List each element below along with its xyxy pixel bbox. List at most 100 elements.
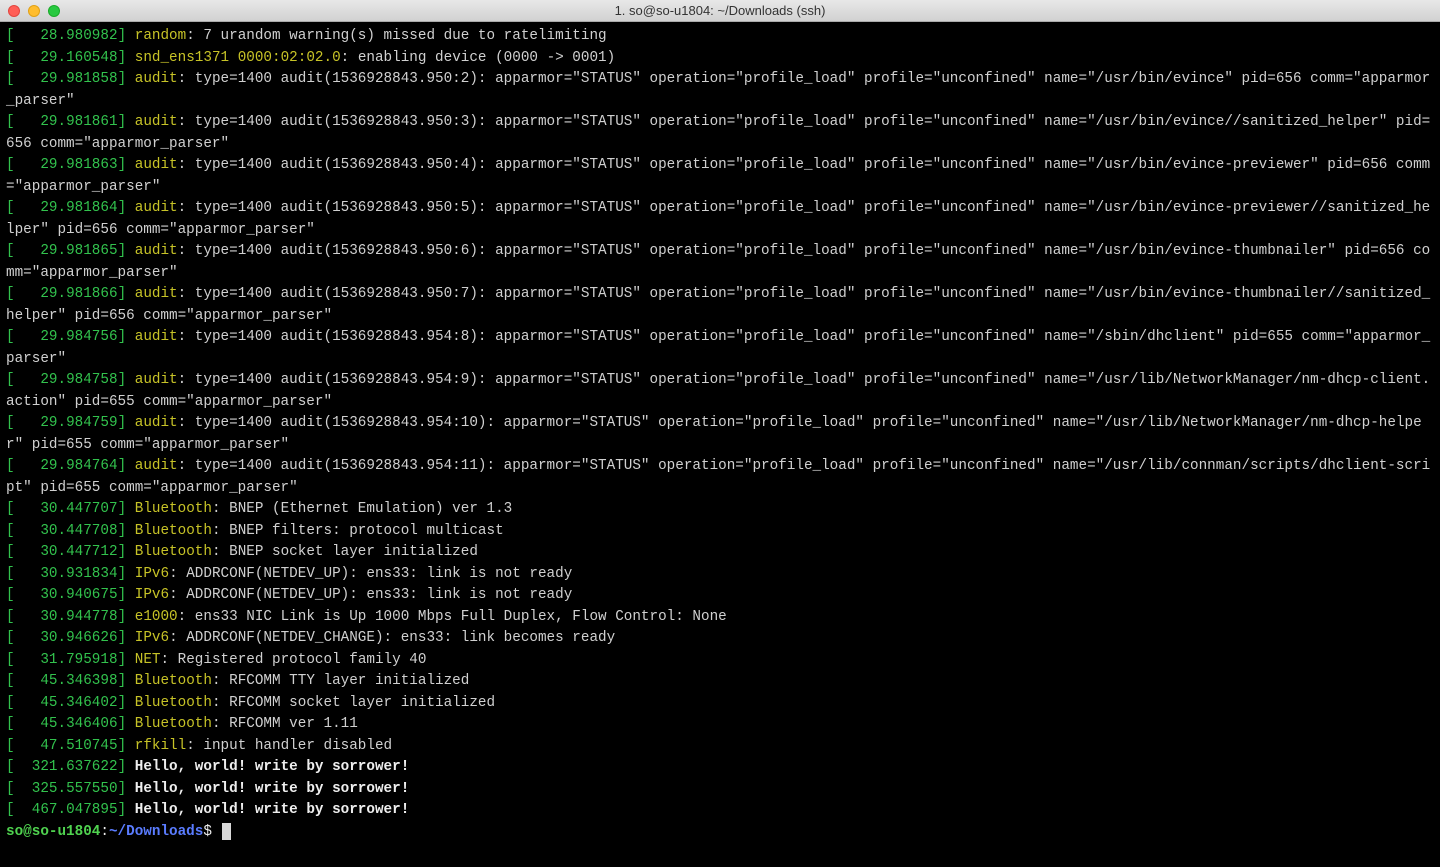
timestamp: 30.447707 [15, 501, 118, 517]
log-line: [ 29.981861] audit: type=1400 audit(1536… [6, 112, 1434, 155]
timestamp: 31.795918 [15, 652, 118, 668]
subsystem: IPv6 [135, 566, 169, 582]
bracket-close: ] [118, 71, 135, 87]
timestamp: 29.984764 [15, 458, 118, 474]
log-message: : 7 urandom warning(s) missed due to rat… [186, 28, 606, 44]
log-line: [ 29.160548] snd_ens1371 0000:02:02.0: e… [6, 48, 1434, 70]
timestamp: 29.984758 [15, 372, 118, 388]
bracket-open: [ [6, 501, 15, 517]
log-message: Hello, world! write by sorrower! [135, 781, 410, 797]
log-message: : type=1400 audit(1536928843.954:11): ap… [6, 458, 1430, 496]
log-line: [ 30.940675] IPv6: ADDRCONF(NETDEV_UP): … [6, 585, 1434, 607]
bracket-close: ] [118, 738, 135, 754]
bracket-open: [ [6, 630, 15, 646]
subsystem: Bluetooth [135, 695, 212, 711]
log-line: [ 30.447712] Bluetooth: BNEP socket laye… [6, 542, 1434, 564]
close-icon[interactable] [8, 5, 20, 17]
bracket-open: [ [6, 781, 15, 797]
bracket-open: [ [6, 243, 15, 259]
bracket-close: ] [118, 523, 135, 539]
log-line: [ 31.795918] NET: Registered protocol fa… [6, 650, 1434, 672]
window-titlebar: 1. so@so-u1804: ~/Downloads (ssh) [0, 0, 1440, 22]
timestamp: 30.944778 [15, 609, 118, 625]
log-line: [ 29.981865] audit: type=1400 audit(1536… [6, 241, 1434, 284]
timestamp: 29.981864 [15, 200, 118, 216]
maximize-icon[interactable] [48, 5, 60, 17]
bracket-close: ] [118, 781, 135, 797]
subsystem: audit [135, 329, 178, 345]
log-line: [ 325.557550] Hello, world! write by sor… [6, 779, 1434, 801]
log-line: [ 28.980982] random: 7 urandom warning(s… [6, 26, 1434, 48]
timestamp: 30.940675 [15, 587, 118, 603]
log-line: [ 321.637622] Hello, world! write by sor… [6, 757, 1434, 779]
timestamp: 30.447708 [15, 523, 118, 539]
log-message: Hello, world! write by sorrower! [135, 759, 410, 775]
bracket-close: ] [118, 716, 135, 732]
bracket-close: ] [118, 200, 135, 216]
log-message: : type=1400 audit(1536928843.954:8): app… [6, 329, 1430, 367]
log-message: Hello, world! write by sorrower! [135, 802, 410, 818]
log-message: : ADDRCONF(NETDEV_UP): ens33: link is no… [169, 566, 572, 582]
subsystem: audit [135, 114, 178, 130]
timestamp: 30.447712 [15, 544, 118, 560]
log-message: : RFCOMM TTY layer initialized [212, 673, 469, 689]
log-line: [ 30.944778] e1000: ens33 NIC Link is Up… [6, 607, 1434, 629]
timestamp: 29.981865 [15, 243, 118, 259]
prompt-line[interactable]: so@so-u1804:~/Downloads$ [6, 822, 1434, 844]
timestamp: 45.346402 [15, 695, 118, 711]
log-line: [ 29.984758] audit: type=1400 audit(1536… [6, 370, 1434, 413]
bracket-open: [ [6, 329, 15, 345]
timestamp: 29.984759 [15, 415, 118, 431]
log-message: : BNEP socket layer initialized [212, 544, 478, 560]
log-message: : type=1400 audit(1536928843.950:4): app… [6, 157, 1430, 195]
log-message: : type=1400 audit(1536928843.950:2): app… [6, 71, 1430, 109]
log-message: : type=1400 audit(1536928843.954:9): app… [6, 372, 1430, 410]
subsystem: audit [135, 71, 178, 87]
bracket-close: ] [118, 157, 135, 173]
bracket-open: [ [6, 802, 15, 818]
subsystem: rfkill [135, 738, 186, 754]
bracket-close: ] [118, 695, 135, 711]
window-title: 1. so@so-u1804: ~/Downloads (ssh) [615, 3, 826, 18]
log-line: [ 467.047895] Hello, world! write by sor… [6, 800, 1434, 822]
timestamp: 45.346406 [15, 716, 118, 732]
subsystem: audit [135, 200, 178, 216]
subsystem: random [135, 28, 186, 44]
subsystem: e1000 [135, 609, 178, 625]
log-line: [ 30.447707] Bluetooth: BNEP (Ethernet E… [6, 499, 1434, 521]
log-line: [ 29.981864] audit: type=1400 audit(1536… [6, 198, 1434, 241]
timestamp: 47.510745 [15, 738, 118, 754]
bracket-open: [ [6, 609, 15, 625]
bracket-close: ] [118, 372, 135, 388]
timestamp: 29.984756 [15, 329, 118, 345]
prompt-separator: : [100, 824, 109, 840]
terminal-output[interactable]: [ 28.980982] random: 7 urandom warning(s… [0, 22, 1440, 847]
bracket-open: [ [6, 71, 15, 87]
log-message: : type=1400 audit(1536928843.950:7): app… [6, 286, 1430, 324]
log-line: [ 45.346402] Bluetooth: RFCOMM socket la… [6, 693, 1434, 715]
bracket-close: ] [118, 652, 135, 668]
cursor-icon[interactable] [222, 823, 231, 840]
log-line: [ 30.931834] IPv6: ADDRCONF(NETDEV_UP): … [6, 564, 1434, 586]
traffic-lights [8, 5, 60, 17]
bracket-close: ] [118, 501, 135, 517]
timestamp: 29.981866 [15, 286, 118, 302]
bracket-open: [ [6, 695, 15, 711]
bracket-open: [ [6, 114, 15, 130]
minimize-icon[interactable] [28, 5, 40, 17]
bracket-close: ] [118, 286, 135, 302]
subsystem: Bluetooth [135, 544, 212, 560]
log-line: [ 29.984756] audit: type=1400 audit(1536… [6, 327, 1434, 370]
subsystem: snd_ens1371 0000:02:02.0 [135, 50, 341, 66]
subsystem: Bluetooth [135, 673, 212, 689]
subsystem: audit [135, 458, 178, 474]
subsystem: Bluetooth [135, 523, 212, 539]
bracket-close: ] [118, 458, 135, 474]
timestamp: 29.981863 [15, 157, 118, 173]
bracket-open: [ [6, 28, 15, 44]
prompt-user-host: so@so-u1804 [6, 824, 100, 840]
log-message: : ADDRCONF(NETDEV_CHANGE): ens33: link b… [169, 630, 615, 646]
bracket-close: ] [118, 243, 135, 259]
log-message: : Registered protocol family 40 [160, 652, 426, 668]
bracket-close: ] [118, 566, 135, 582]
